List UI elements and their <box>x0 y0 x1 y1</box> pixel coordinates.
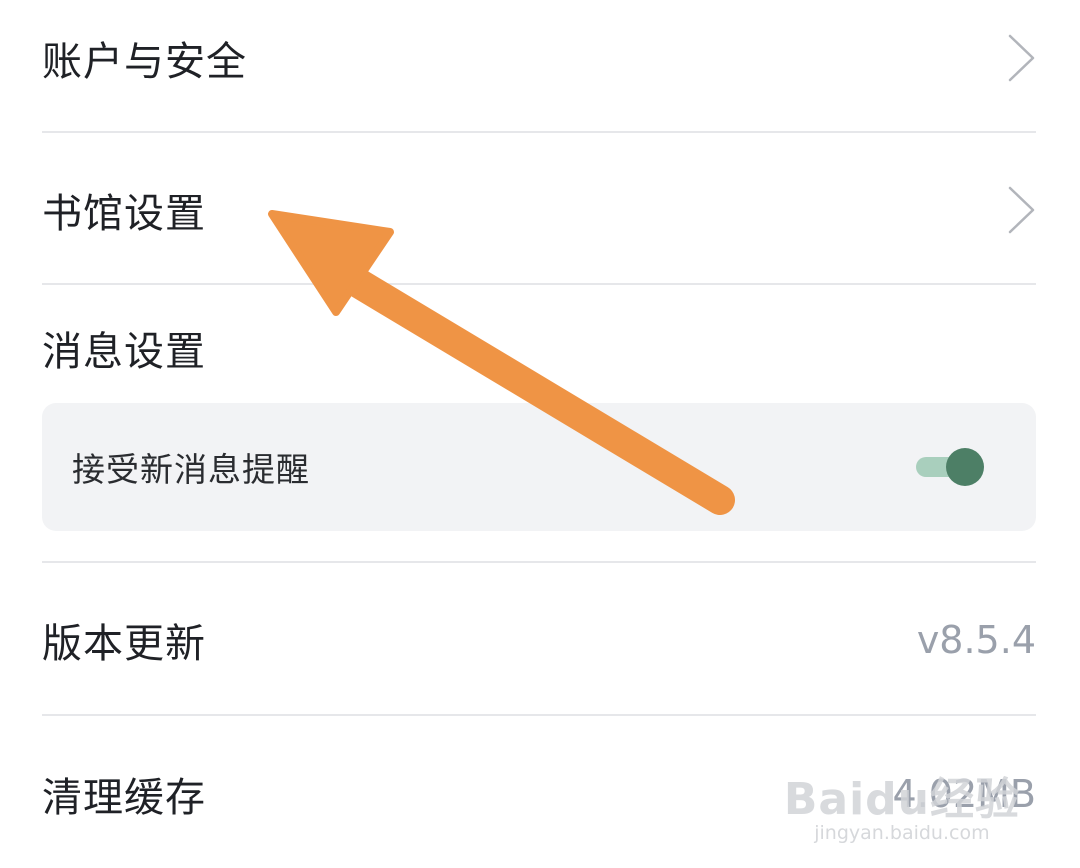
version-value: v8.5.4 <box>916 618 1036 662</box>
receive-new-messages-label: 接受新消息提醒 <box>72 450 310 489</box>
chevron-right-icon <box>1006 34 1036 82</box>
library-settings-label: 书馆设置 <box>42 191 206 237</box>
watermark-logo: Baidu经验 <box>783 774 1020 825</box>
chevron-right-icon <box>1006 186 1036 234</box>
account-security-row[interactable]: 账户与安全 <box>42 20 1036 96</box>
divider <box>42 714 1036 716</box>
library-settings-row[interactable]: 书馆设置 <box>42 172 1036 248</box>
message-settings-label: 消息设置 <box>42 329 206 375</box>
account-security-label: 账户与安全 <box>42 39 247 85</box>
toggle-knob <box>946 448 984 486</box>
divider <box>42 561 1036 563</box>
clear-cache-label: 清理缓存 <box>42 775 206 821</box>
divider <box>42 131 1036 133</box>
receive-new-messages-row[interactable]: 接受新消息提醒 <box>42 403 1036 531</box>
divider <box>42 283 1036 285</box>
version-update-row[interactable]: 版本更新 v8.5.4 <box>42 602 1036 678</box>
receive-new-messages-toggle[interactable] <box>914 447 984 487</box>
version-update-label: 版本更新 <box>42 621 206 667</box>
settings-page: 账户与安全 书馆设置 消息设置 接受新消息提醒 版本更新 v8.5.4 清理缓存… <box>0 0 1080 868</box>
baidu-watermark: Baidu经验 jingyan.baidu.com <box>783 774 1020 845</box>
watermark-url: jingyan.baidu.com <box>814 822 990 844</box>
message-settings-header: 消息设置 <box>42 310 1036 386</box>
